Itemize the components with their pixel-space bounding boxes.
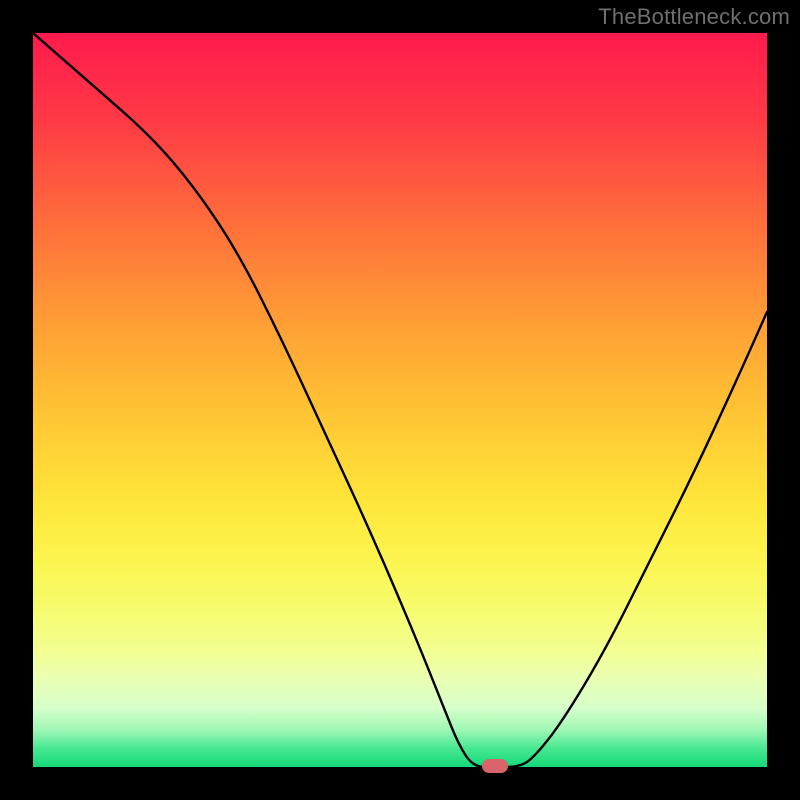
minimum-marker [482, 759, 508, 773]
watermark-label: TheBottleneck.com [598, 4, 790, 30]
chart-frame: TheBottleneck.com [0, 0, 800, 800]
plot-area [33, 33, 767, 767]
curve-path [33, 33, 767, 767]
bottleneck-curve [33, 33, 767, 767]
